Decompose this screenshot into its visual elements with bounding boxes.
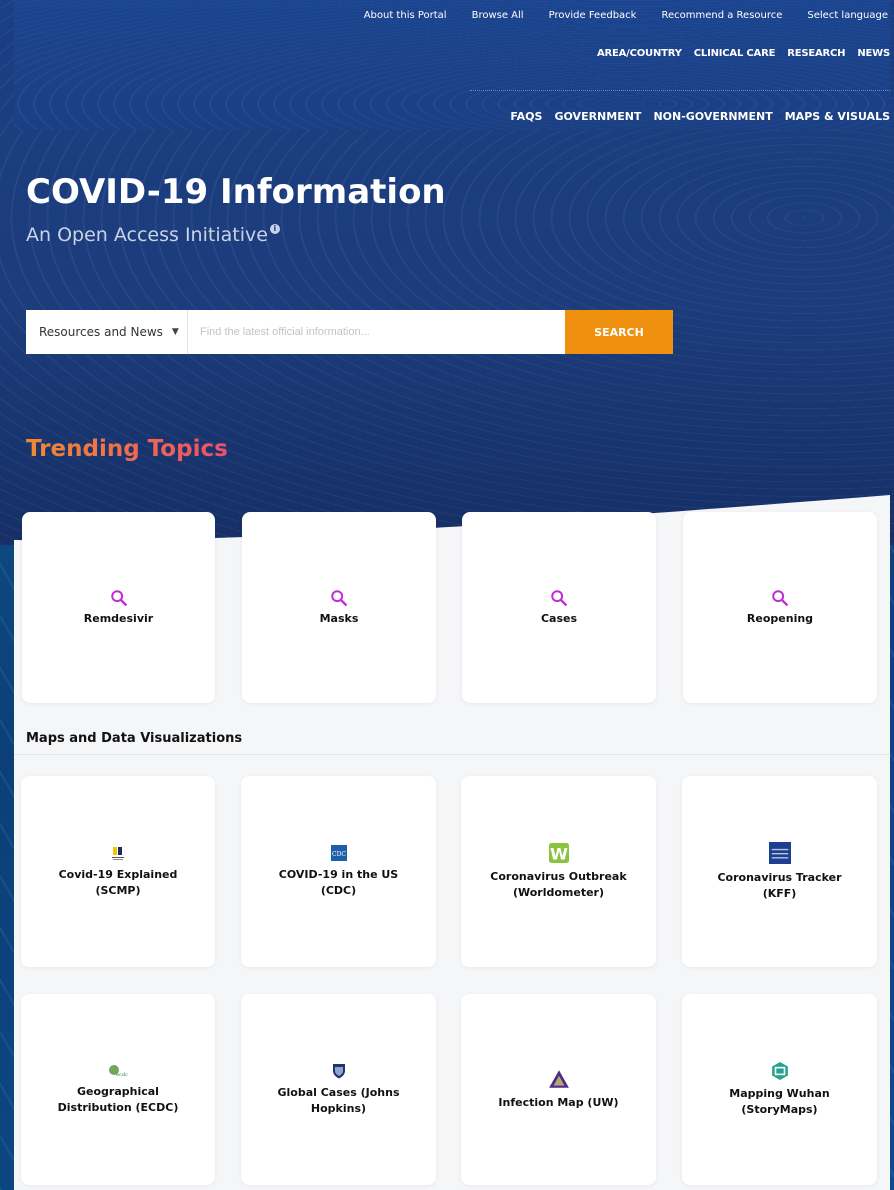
resource-label-line2: Hopkins) (310, 1101, 367, 1115)
resource-card-johns-hopkins[interactable]: Global Cases (Johns Hopkins) (241, 994, 436, 1185)
language-selector[interactable]: Select language (807, 10, 888, 21)
nav-research[interactable]: RESEARCH (787, 48, 845, 59)
resource-card-worldometer[interactable]: W Coronavirus Outbreak (Worldometer) (461, 776, 656, 967)
resource-card-uw[interactable]: Infection Map (UW) (461, 994, 656, 1185)
resource-label: Covid-19 Explained (SCMP) (59, 867, 178, 899)
nav-clinical-care[interactable]: CLINICAL CARE (694, 48, 776, 59)
resource-label-line1: Mapping Wuhan (729, 1086, 830, 1100)
resource-label-line1: COVID-19 in the US (278, 867, 399, 881)
magnifier-icon (331, 589, 347, 606)
util-link-browse-all[interactable]: Browse All (472, 10, 524, 21)
resource-label-line2: (CDC) (320, 883, 357, 897)
resource-card-storymaps[interactable]: Mapping Wuhan (StoryMaps) (682, 994, 877, 1185)
nav-faqs[interactable]: FAQS (510, 110, 542, 123)
resource-label: Global Cases (Johns Hopkins) (277, 1085, 399, 1117)
magnifier-icon (551, 589, 567, 606)
resource-label-line2: (StoryMaps) (741, 1102, 818, 1116)
resource-label: Infection Map (UW) (498, 1095, 618, 1111)
page-subtitle: An Open Access Initiative i (26, 224, 280, 246)
util-link-about[interactable]: About this Portal (364, 10, 447, 21)
trending-topics-heading: Trending Topics (26, 436, 228, 462)
resource-label-line1: Geographical (77, 1084, 159, 1098)
search-button[interactable]: SEARCH (565, 310, 673, 354)
magnifier-icon (772, 589, 788, 606)
utility-nav: About this Portal Browse All Provide Fee… (364, 10, 888, 21)
cdc-logo-text: CDC (332, 851, 346, 858)
search-scope-value: Resources and News (39, 325, 163, 339)
info-icon[interactable]: i (269, 224, 280, 234)
resource-label-line1: Coronavirus Tracker (717, 870, 842, 884)
scmp-logo-icon (112, 846, 124, 860)
resource-label: Geographical Distribution (ECDC) (58, 1084, 179, 1116)
nav-area-country[interactable]: AREA/COUNTRY (597, 48, 682, 59)
resource-label-line1: Global Cases (Johns (277, 1085, 400, 1099)
kff-logo-icon (768, 841, 791, 864)
svg-text:ecdc: ecdc (116, 1072, 128, 1078)
topic-card-cases[interactable]: Cases (462, 512, 656, 703)
resource-label-line1: Infection Map (UW) (498, 1095, 619, 1109)
search-scope-dropdown[interactable]: Resources and News ▼ (26, 310, 188, 354)
resource-label-line2: (Worldometer) (512, 885, 605, 899)
resource-label: Coronavirus Tracker (KFF) (717, 870, 841, 902)
resource-label: COVID-19 in the US (CDC) (279, 867, 398, 899)
resource-card-cdc[interactable]: CDC COVID-19 in the US (CDC) (241, 776, 436, 967)
topic-label: Reopening (746, 611, 814, 625)
main-nav: AREA/COUNTRY CLINICAL CARE RESEARCH NEWS (597, 48, 890, 59)
util-link-feedback[interactable]: Provide Feedback (549, 10, 637, 21)
resource-card-scmp[interactable]: Covid-19 Explained (SCMP) (21, 776, 215, 967)
nav-news[interactable]: NEWS (857, 48, 890, 59)
storymaps-logo-icon (771, 1061, 788, 1080)
resource-label-line2: Distribution (ECDC) (57, 1100, 179, 1114)
nav-maps-visuals[interactable]: MAPS & VISUALS (785, 110, 890, 123)
nav-government[interactable]: GOVERNMENT (554, 110, 641, 123)
topic-label: Cases (540, 611, 578, 625)
resource-label-line1: Coronavirus Outbreak (490, 869, 627, 883)
section-divider (14, 754, 890, 755)
resource-label: Coronavirus Outbreak (Worldometer) (490, 869, 626, 901)
caret-down-icon: ▼ (171, 327, 179, 337)
resource-card-ecdc[interactable]: ecdc Geographical Distribution (ECDC) (21, 994, 215, 1185)
maps-section-heading: Maps and Data Visualizations (26, 731, 243, 746)
worldometer-logo-text: W (550, 844, 568, 863)
resource-label-line2: (SCMP) (95, 883, 141, 897)
util-link-recommend[interactable]: Recommend a Resource (661, 10, 782, 21)
johns-hopkins-shield-icon (332, 1063, 345, 1078)
page-title: COVID-19 Information (26, 172, 446, 212)
worldometer-logo-icon: W (548, 842, 569, 863)
nav-non-government[interactable]: NON-GOVERNMENT (653, 110, 772, 123)
topic-card-remdesivir[interactable]: Remdesivir (22, 512, 215, 703)
topic-label: Remdesivir (83, 611, 154, 625)
search-bar: Resources and News ▼ SEARCH (26, 310, 673, 354)
subtitle-text: An Open Access Initiative (26, 224, 268, 246)
sub-nav: FAQS GOVERNMENT NON-GOVERNMENT MAPS & VI… (510, 110, 890, 123)
ecdc-logo-icon: ecdc (109, 1064, 128, 1078)
resource-label-line2: (KFF) (762, 886, 797, 900)
resource-label: Mapping Wuhan (StoryMaps) (729, 1086, 829, 1118)
uw-triangle-icon (548, 1069, 569, 1088)
magnifier-icon (110, 589, 127, 606)
hero-section: About this Portal Browse All Provide Fee… (0, 0, 894, 545)
resource-card-kff[interactable]: Coronavirus Tracker (KFF) (682, 776, 877, 967)
topic-card-masks[interactable]: Masks (242, 512, 436, 703)
cdc-logo-icon: CDC (330, 844, 347, 861)
topic-label: Masks (319, 611, 359, 625)
nav-divider (470, 90, 890, 91)
resource-label-line1: Covid-19 Explained (58, 867, 178, 881)
search-input[interactable] (188, 310, 565, 354)
topic-card-reopening[interactable]: Reopening (683, 512, 877, 703)
